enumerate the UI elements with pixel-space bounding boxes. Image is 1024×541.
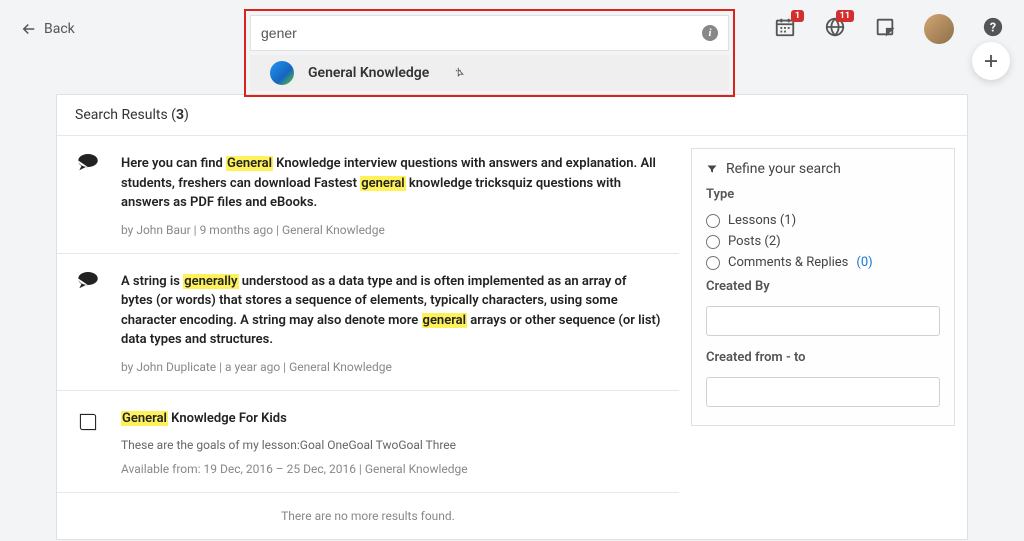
plus-icon [982,52,1000,70]
no-more-results: There are no more results found. [57,493,679,539]
back-arrow-icon [20,20,38,38]
suggestion-avatar [270,61,294,85]
add-fab[interactable] [972,42,1010,80]
search-box: i [250,15,729,51]
created-from-label: Created from - to [706,350,940,365]
book-icon [75,409,103,477]
result-title: Here you can find General Knowledge inte… [121,154,661,213]
header: Back i General Knowledge 1 11 ? [0,0,1024,58]
globe-badge: 11 [836,10,854,22]
user-avatar[interactable] [924,14,954,44]
result-item[interactable]: Here you can find General Knowledge inte… [57,136,679,254]
chat-icon [75,272,103,374]
result-title: General Knowledge For Kids [121,409,661,429]
created-from-input[interactable] [706,377,940,407]
help-icon[interactable]: ? [982,16,1004,42]
calendar-badge: 1 [791,10,804,22]
filter-comments[interactable]: Comments & Replies (0) [706,252,940,273]
svg-text:?: ? [990,21,996,36]
filter-icon [706,163,718,175]
content-panel: Search Results (3) Here you can find Gen… [56,94,968,540]
result-goals: These are the goals of my lesson:Goal On… [121,438,661,452]
suggestion-text: General Knowledge [308,65,429,81]
search-input[interactable] [261,25,702,41]
back-button[interactable]: Back [20,20,75,38]
back-label: Back [44,21,75,37]
refine-header: Refine your search [706,161,940,177]
cursor-icon [453,66,467,80]
created-by-label: Created By [706,279,940,294]
result-meta: Available from: 19 Dec, 2016 – 25 Dec, 2… [121,462,661,476]
result-item[interactable]: General Knowledge For Kids These are the… [57,391,679,494]
results-header: Search Results (3) [57,95,967,136]
calendar-icon[interactable]: 1 [774,16,796,42]
globe-icon[interactable]: 11 [824,16,846,42]
search-suggestion[interactable]: General Knowledge [250,55,729,91]
result-meta: by John Duplicate | a year ago | General… [121,360,661,374]
created-by-input[interactable] [706,306,940,336]
type-label: Type [706,187,940,202]
note-icon[interactable] [874,16,896,42]
info-icon[interactable]: i [702,25,718,41]
results-list: Here you can find General Knowledge inte… [57,136,679,539]
result-item[interactable]: A string is generally understood as a da… [57,254,679,391]
result-title: A string is generally understood as a da… [121,272,661,350]
filter-lessons[interactable]: Lessons (1) [706,210,940,231]
refine-panel: Refine your search Type Lessons (1) Post… [679,136,967,539]
chat-icon [75,154,103,237]
filter-posts[interactable]: Posts (2) [706,231,940,252]
content-body: Here you can find General Knowledge inte… [57,136,967,539]
search-highlight-box: i General Knowledge [244,9,735,97]
header-icons: 1 11 ? [774,14,1004,44]
result-meta: by John Baur | 9 months ago | General Kn… [121,223,661,237]
